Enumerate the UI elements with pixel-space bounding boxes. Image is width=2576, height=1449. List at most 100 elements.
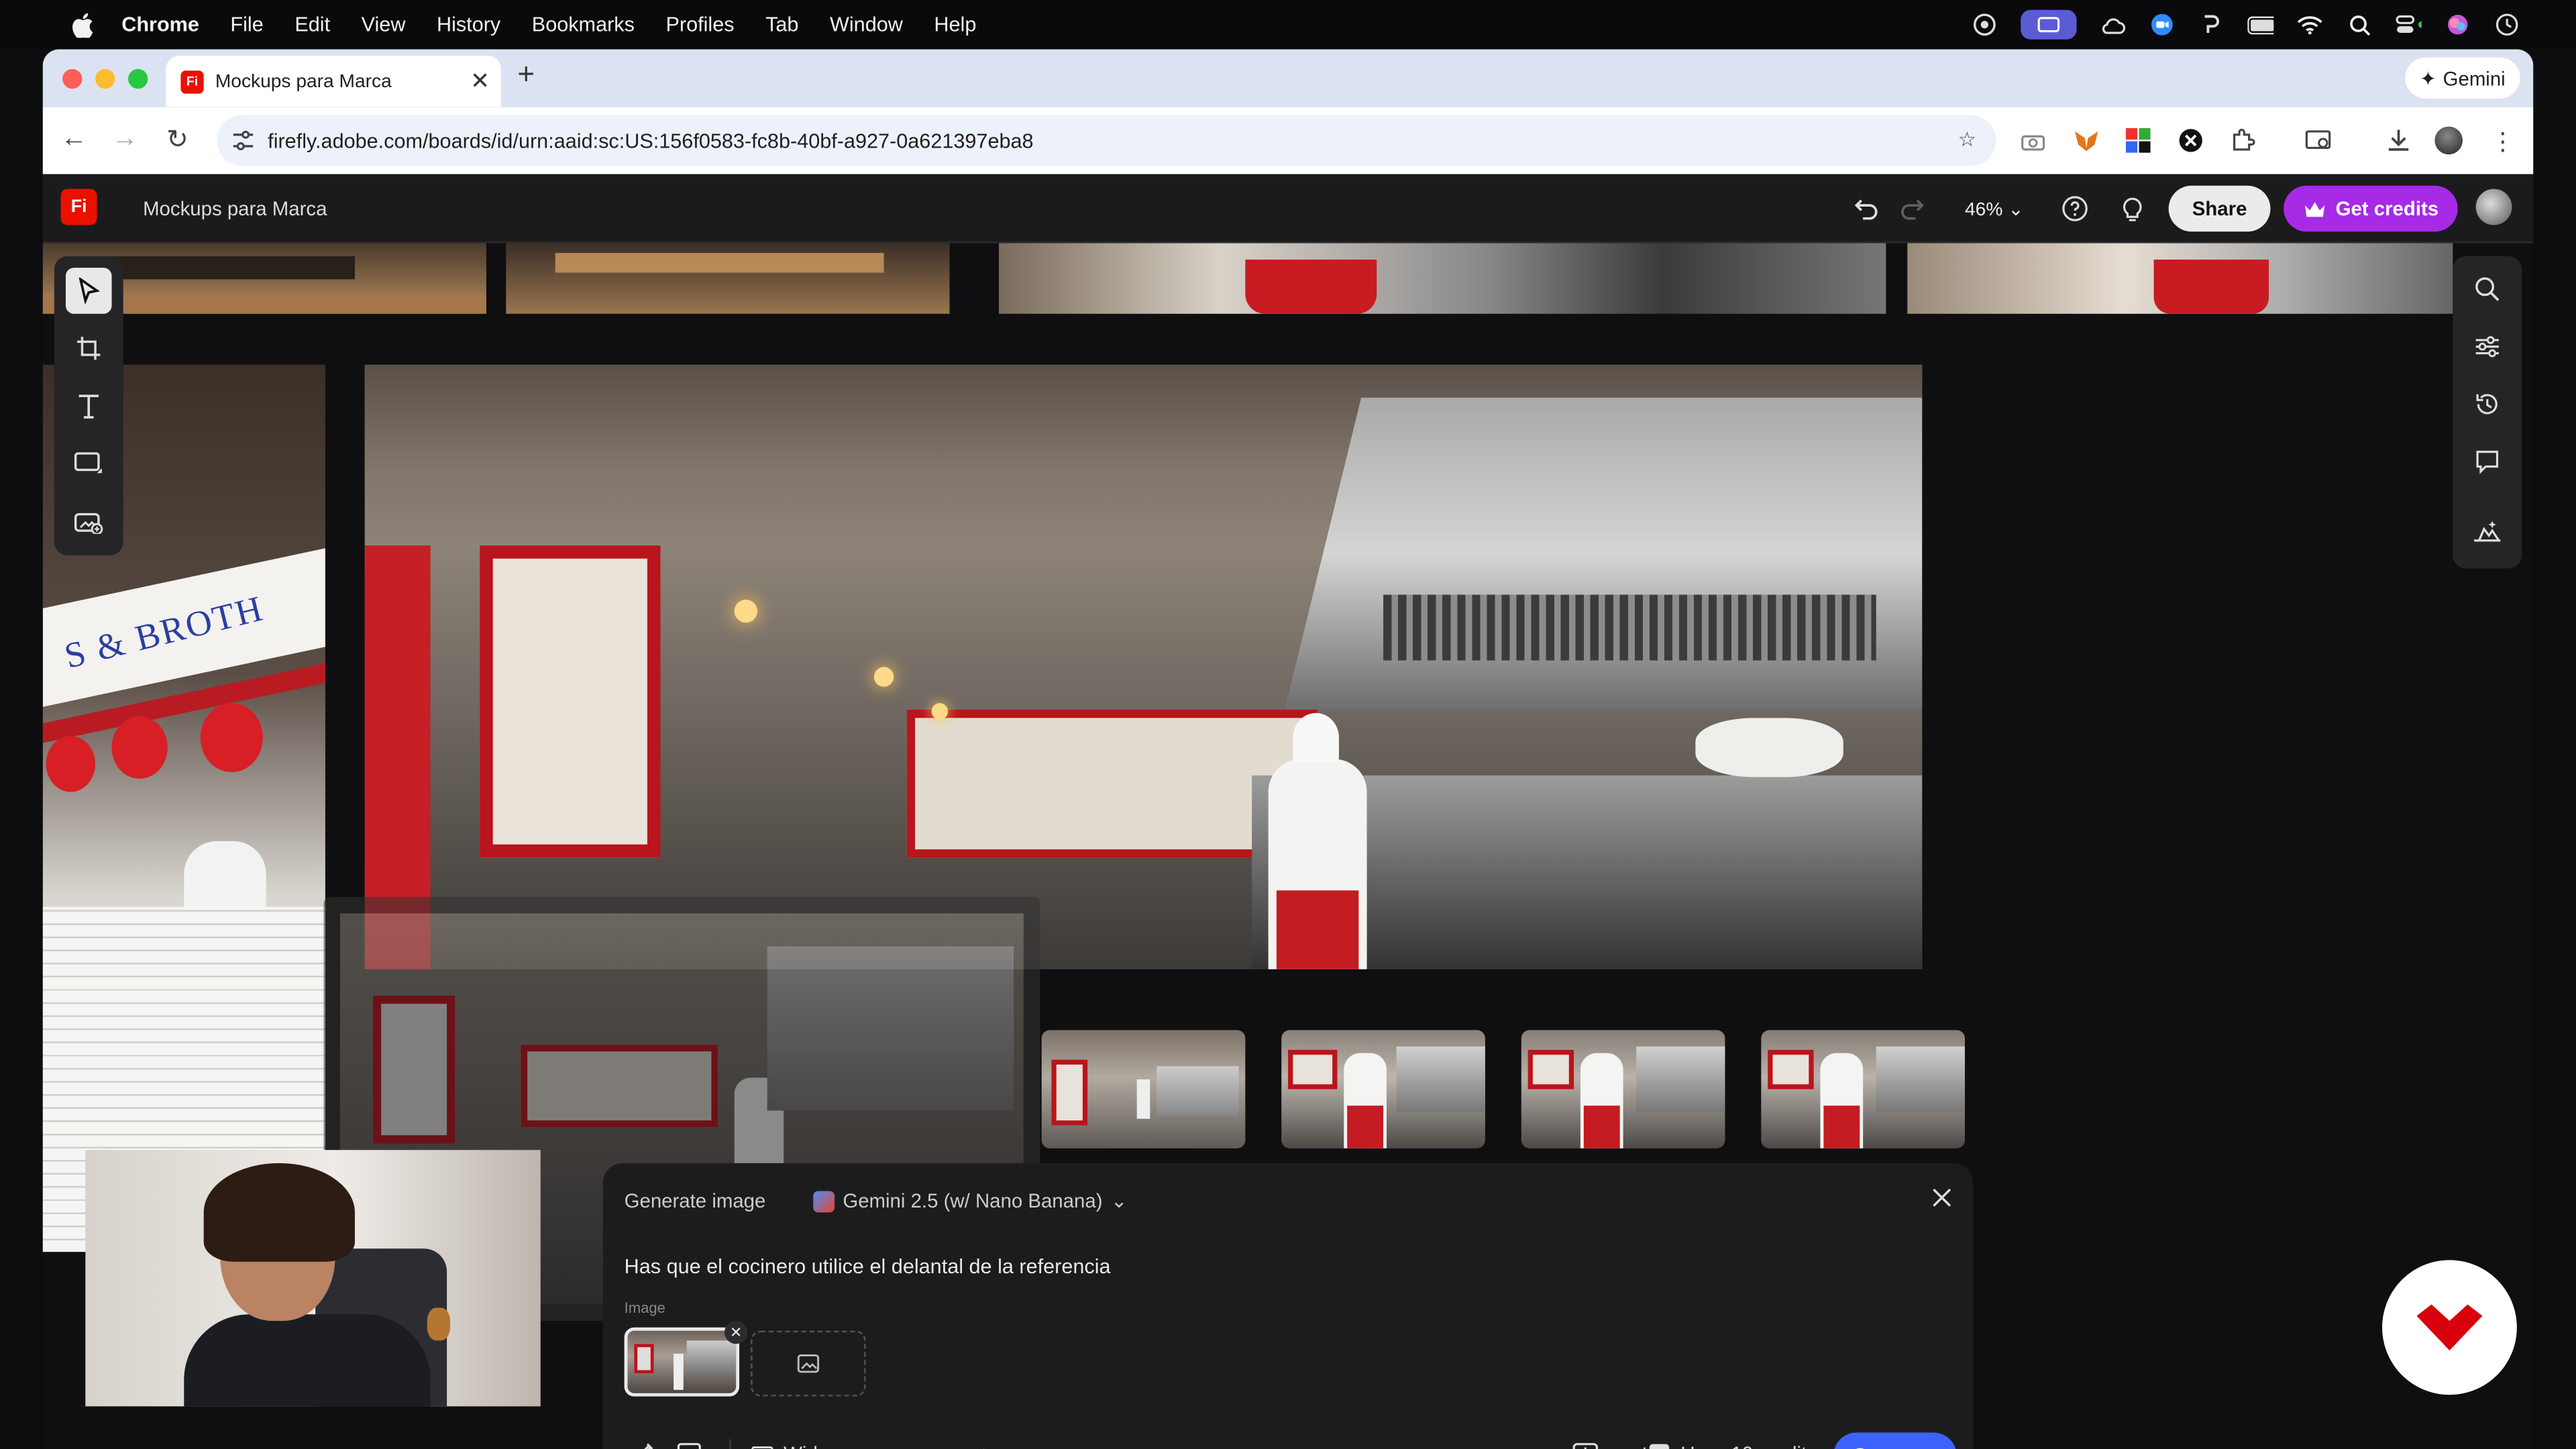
undo-icon[interactable] bbox=[1851, 194, 1881, 223]
variation-thumb-3[interactable] bbox=[1521, 1030, 1725, 1148]
extension-colorful-icon[interactable] bbox=[2125, 127, 2153, 155]
credits-usage-label: Uses 10 credits bbox=[1680, 1442, 1817, 1449]
model-name: Gemini 2.5 (w/ Nano Banana) bbox=[843, 1189, 1103, 1213]
chevron-down-icon: ⌄ bbox=[1110, 1189, 1128, 1213]
board-title[interactable]: Mockups para Marca bbox=[143, 197, 327, 220]
aspect-ratio-label: Widescreen bbox=[784, 1442, 888, 1449]
zoom-window-button[interactable] bbox=[128, 68, 148, 89]
lightbulb-icon[interactable] bbox=[2118, 194, 2147, 223]
brand-logo-icon bbox=[2416, 1304, 2483, 1351]
back-icon[interactable]: ← bbox=[59, 125, 89, 154]
board-image-restaurant-2[interactable] bbox=[506, 243, 950, 314]
chevron-down-icon: ⌄ bbox=[2008, 200, 2024, 221]
close-tab-icon[interactable]: ✕ bbox=[470, 67, 490, 95]
forward-icon[interactable]: → bbox=[110, 125, 140, 154]
screen-mirror-icon[interactable] bbox=[2021, 9, 2077, 40]
prompt-input[interactable]: Has que el cocinero utilice el delantal … bbox=[625, 1255, 1906, 1278]
browser-tab[interactable]: Fi Mockups para Marca ✕ bbox=[166, 56, 501, 107]
panel-title: Generate image bbox=[624, 1189, 766, 1213]
cloud-icon[interactable] bbox=[2100, 13, 2126, 36]
menu-bookmarks[interactable]: Bookmarks bbox=[532, 13, 635, 36]
get-credits-label: Get credits bbox=[2335, 197, 2439, 221]
menu-profiles[interactable]: Profiles bbox=[665, 13, 734, 36]
brand-logo-badge bbox=[2382, 1260, 2517, 1395]
wifi-icon[interactable] bbox=[2297, 13, 2323, 36]
battery-icon[interactable] bbox=[2247, 13, 2274, 36]
redo-icon[interactable] bbox=[1898, 194, 1927, 223]
remix-icon[interactable] bbox=[2471, 516, 2504, 549]
menu-tab[interactable]: Tab bbox=[765, 13, 798, 36]
menu-app-name[interactable]: Chrome bbox=[121, 13, 199, 36]
apple-icon[interactable] bbox=[70, 11, 93, 38]
model-selector[interactable]: Gemini 2.5 (w/ Nano Banana) ⌄ bbox=[813, 1189, 1127, 1212]
remove-reference-icon[interactable]: ✕ bbox=[724, 1320, 748, 1344]
menu-history[interactable]: History bbox=[437, 13, 500, 36]
firefly-favicon: Fi bbox=[180, 70, 204, 93]
image-settings-icon[interactable] bbox=[677, 1439, 706, 1449]
shape-tool-icon[interactable] bbox=[66, 440, 112, 486]
close-window-button[interactable] bbox=[62, 68, 83, 89]
crown-icon bbox=[2304, 201, 2324, 217]
site-info-icon[interactable] bbox=[231, 129, 254, 156]
get-credits-button[interactable]: Get credits bbox=[2284, 185, 2458, 232]
profile-avatar[interactable] bbox=[2434, 126, 2463, 155]
share-button[interactable]: Share bbox=[2168, 185, 2271, 232]
divider bbox=[729, 1439, 731, 1449]
reference-image-thumb[interactable] bbox=[624, 1327, 740, 1397]
variation-thumb-1[interactable] bbox=[1041, 1030, 1246, 1148]
menu-view[interactable]: View bbox=[362, 13, 406, 36]
generate-image-tool-icon[interactable] bbox=[66, 498, 112, 544]
metamask-icon[interactable] bbox=[2072, 127, 2100, 155]
aspect-ratio-selector[interactable]: Widescreen ⌄ bbox=[751, 1442, 914, 1449]
generate-button[interactable]: Generate bbox=[1833, 1432, 1957, 1449]
add-reference-image-button[interactable] bbox=[751, 1330, 866, 1397]
board-image-kitchen-main[interactable] bbox=[364, 364, 1923, 969]
grammarly-icon[interactable] bbox=[2198, 13, 2224, 36]
artboard-tool-icon[interactable] bbox=[66, 325, 112, 372]
zoom-icon[interactable] bbox=[2149, 13, 2175, 36]
chrome-menu-icon[interactable]: ⋮ bbox=[2489, 127, 2517, 156]
siri-icon[interactable] bbox=[2445, 13, 2471, 36]
zoom-level[interactable]: 46% ⌄ bbox=[1965, 197, 2024, 220]
new-tab-button[interactable]: + bbox=[517, 58, 535, 92]
menu-window[interactable]: Window bbox=[830, 13, 903, 36]
extensions-puzzle-icon[interactable] bbox=[2229, 127, 2257, 155]
gemini-button[interactable]: ✦ Gemini bbox=[2405, 57, 2520, 99]
camera-icon[interactable] bbox=[2019, 127, 2047, 155]
comment-icon[interactable] bbox=[2471, 445, 2504, 478]
minimize-window-button[interactable] bbox=[95, 68, 115, 89]
variations-strip bbox=[1041, 1030, 1966, 1148]
help-icon[interactable] bbox=[2060, 194, 2090, 223]
firefly-logo[interactable]: Fi bbox=[60, 189, 97, 225]
control-center-icon[interactable] bbox=[2396, 13, 2422, 36]
menu-edit[interactable]: Edit bbox=[294, 13, 330, 36]
os-menubar: Chrome File Edit View History Bookmarks … bbox=[0, 0, 2576, 50]
remix-settings-icon[interactable] bbox=[973, 1439, 1002, 1449]
variation-thumb-2[interactable] bbox=[1281, 1030, 1485, 1148]
user-avatar[interactable] bbox=[2475, 189, 2512, 225]
search-icon[interactable] bbox=[2471, 273, 2504, 306]
download-icon[interactable] bbox=[2383, 127, 2412, 155]
board-image-chef-top[interactable] bbox=[998, 243, 1886, 314]
reload-icon[interactable]: ↻ bbox=[162, 125, 192, 155]
history-icon[interactable] bbox=[2471, 388, 2504, 421]
text-tool-icon[interactable] bbox=[66, 383, 112, 429]
address-bar[interactable]: firefly.adobe.com/boards/id/urn:aaid:sc:… bbox=[217, 115, 1996, 166]
menu-file[interactable]: File bbox=[230, 13, 263, 36]
search-icon[interactable] bbox=[2346, 13, 2372, 36]
widescreen-icon bbox=[751, 1446, 773, 1449]
select-tool-icon[interactable] bbox=[65, 268, 112, 314]
x-extension-icon[interactable] bbox=[2177, 127, 2205, 155]
menu-help[interactable]: Help bbox=[934, 13, 976, 36]
firefly-header: Fi Mockups para Marca 46% ⌄ Share Get cr… bbox=[42, 174, 2534, 244]
chrome-icon[interactable] bbox=[1972, 13, 1998, 36]
clock-icon[interactable] bbox=[2494, 13, 2520, 36]
adjust-icon[interactable] bbox=[2471, 330, 2504, 363]
variation-thumb-4[interactable] bbox=[1761, 1030, 1966, 1148]
prompt-enhance-icon[interactable] bbox=[1572, 1439, 1602, 1449]
close-panel-icon[interactable] bbox=[1932, 1186, 1951, 1216]
style-brush-icon[interactable] bbox=[628, 1439, 657, 1449]
board-image-chef-top-2[interactable] bbox=[1907, 243, 2453, 314]
cast-search-icon[interactable] bbox=[2305, 127, 2333, 155]
bookmark-star-icon[interactable]: ☆ bbox=[1958, 127, 1976, 151]
